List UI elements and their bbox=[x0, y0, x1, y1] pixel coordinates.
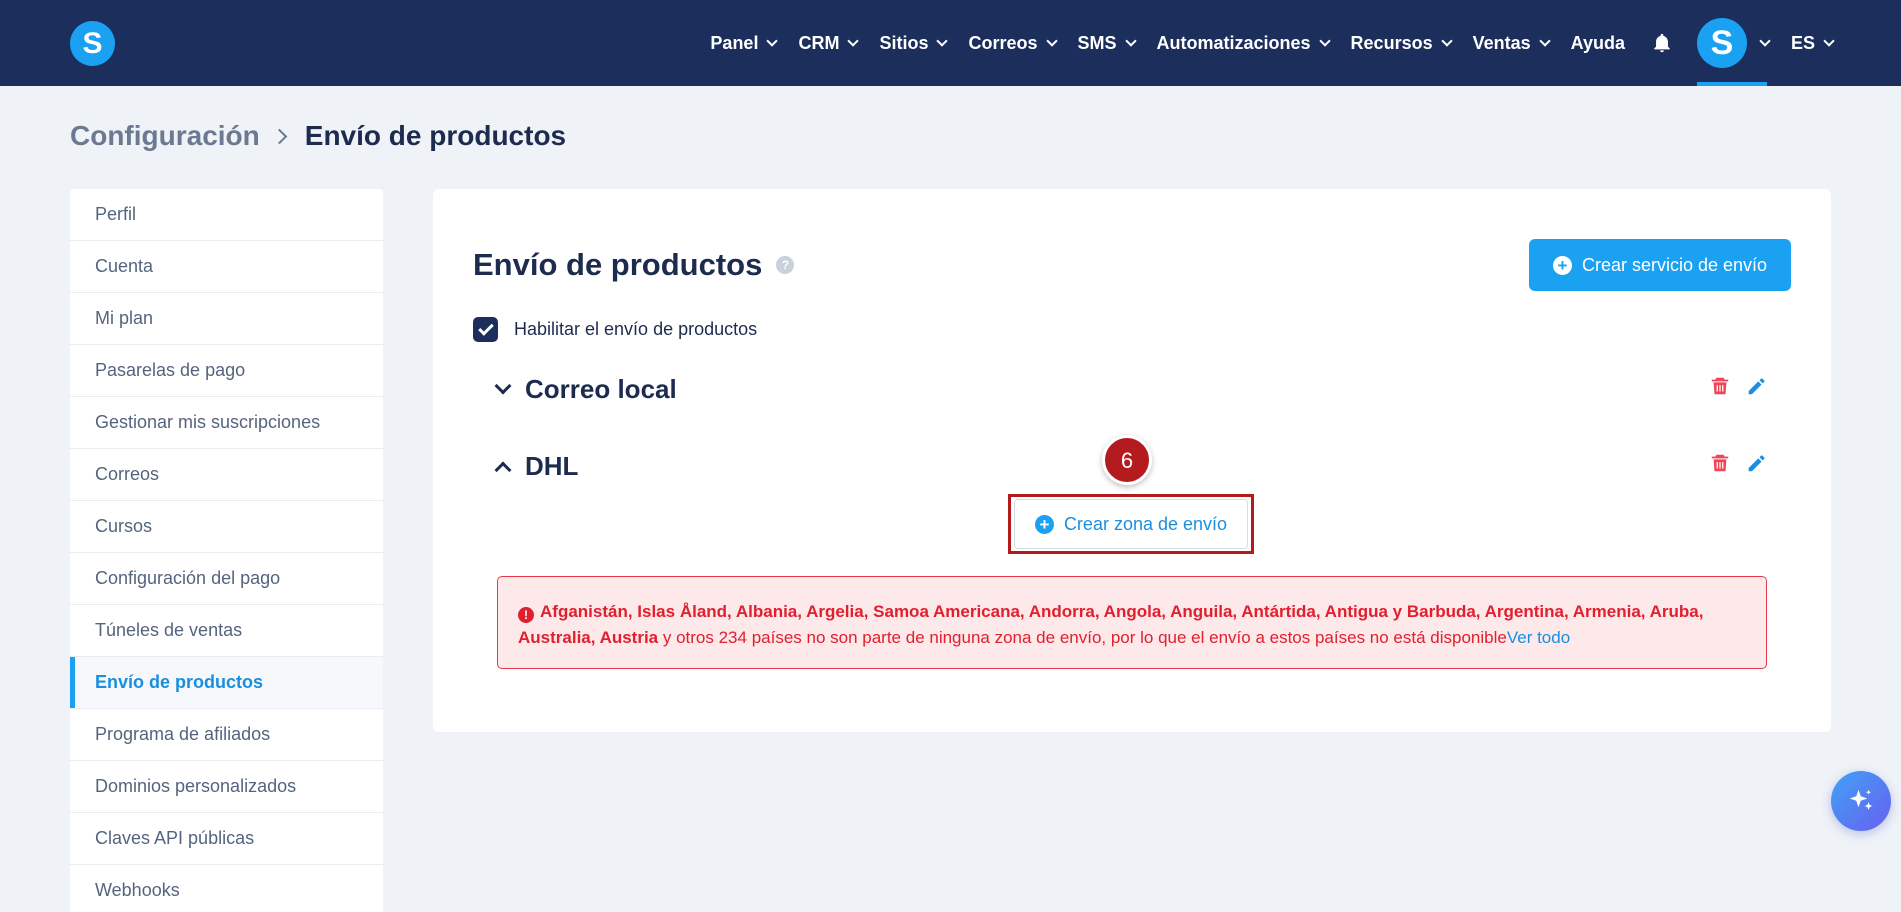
nav-item-label: Ayuda bbox=[1570, 32, 1625, 53]
service-actions bbox=[1695, 452, 1767, 474]
active-indicator bbox=[1696, 82, 1767, 86]
pencil-icon[interactable] bbox=[1745, 375, 1767, 397]
alert-icon: ! bbox=[518, 607, 534, 623]
chevron-down-icon bbox=[1538, 34, 1551, 47]
chevron-down-icon bbox=[766, 34, 779, 47]
nav-item-correos[interactable]: Correos bbox=[968, 32, 1058, 54]
unavailable-countries-alert: ! Afganistán, Islas Åland, Albania, Argel… bbox=[497, 576, 1767, 669]
settings-sidebar: Perfil Cuenta Mi plan Pasarelas de pago … bbox=[70, 189, 383, 912]
sidebar-item-programa-de-afiliados[interactable]: Programa de afiliados bbox=[70, 709, 383, 761]
plus-circle-icon: + bbox=[1034, 514, 1054, 534]
create-shipping-service-button[interactable]: + Crear servicio de envío bbox=[1529, 239, 1791, 291]
nav-item-label: CRM bbox=[798, 32, 840, 53]
sidebar-item-pasarelas-de-pago[interactable]: Pasarelas de pago bbox=[70, 345, 383, 397]
user-menu[interactable]: S bbox=[1696, 0, 1771, 86]
service-actions bbox=[1695, 375, 1767, 397]
enable-shipping-label[interactable]: Habilitar el envío de productos bbox=[514, 319, 757, 340]
sidebar-item-mi-plan[interactable]: Mi plan bbox=[70, 293, 383, 345]
nav-item-label: Recursos bbox=[1350, 32, 1433, 53]
chevron-down-icon bbox=[494, 377, 512, 394]
language-selector[interactable]: ES bbox=[1790, 32, 1835, 54]
bell-icon[interactable] bbox=[1651, 32, 1673, 54]
create-shipping-zone-button[interactable]: + Crear zona de envío bbox=[1014, 499, 1248, 549]
avatar: S bbox=[1696, 18, 1747, 68]
enable-shipping-row: Habilitar el envío de productos bbox=[473, 317, 757, 342]
sidebar-item-envio-de-productos[interactable]: Envío de productos bbox=[70, 657, 383, 709]
nav-item-label: Sitios bbox=[879, 32, 929, 53]
app-logo[interactable]: S bbox=[70, 21, 115, 66]
breadcrumb: Configuración Envío de productos bbox=[70, 120, 566, 152]
pencil-icon[interactable] bbox=[1745, 452, 1767, 474]
nav-item-label: Ventas bbox=[1472, 32, 1531, 53]
sidebar-item-correos[interactable]: Correos bbox=[70, 449, 383, 501]
page-title: Envío de productos ? bbox=[473, 247, 795, 283]
sparkle-icon bbox=[1849, 789, 1873, 810]
sidebar-item-dominios-personalizados[interactable]: Dominios personalizados bbox=[70, 761, 383, 813]
checkmark-icon bbox=[477, 319, 494, 336]
nav-item-ventas[interactable]: Ventas bbox=[1472, 32, 1551, 54]
nav-item-label: Panel bbox=[710, 32, 759, 53]
shipping-card: Envío de productos ? + Crear servicio de… bbox=[433, 189, 1831, 732]
nav-item-panel[interactable]: Panel bbox=[710, 32, 779, 54]
sidebar-item-cuenta[interactable]: Cuenta bbox=[70, 241, 383, 293]
help-icon[interactable]: ? bbox=[776, 256, 795, 274]
service-toggle-dhl[interactable]: DHL bbox=[494, 451, 579, 482]
nav-item-sms[interactable]: SMS bbox=[1077, 32, 1137, 54]
trash-icon[interactable] bbox=[1709, 375, 1731, 397]
create-shipping-zone-label: Crear zona de envío bbox=[1063, 513, 1228, 534]
enable-shipping-checkbox[interactable] bbox=[473, 317, 498, 342]
service-name: DHL bbox=[525, 451, 579, 481]
plus-circle-icon: + bbox=[1552, 255, 1572, 275]
sidebar-item-cursos[interactable]: Cursos bbox=[70, 501, 383, 553]
trash-icon[interactable] bbox=[1709, 452, 1731, 474]
step-number-badge: 6 bbox=[1102, 435, 1152, 485]
nav-item-ayuda[interactable]: Ayuda bbox=[1571, 33, 1625, 54]
view-all-link[interactable]: Ver todo bbox=[1507, 628, 1570, 647]
nav-item-sitios[interactable]: Sitios bbox=[879, 32, 949, 54]
chevron-down-icon bbox=[1759, 34, 1771, 47]
chevron-down-icon bbox=[1440, 34, 1453, 47]
alert-message: y otros 234 países no son parte de ningu… bbox=[658, 628, 1507, 647]
breadcrumb-root[interactable]: Configuración bbox=[70, 120, 260, 152]
service-name: Correo local bbox=[525, 374, 677, 404]
create-shipping-service-label: Crear servicio de envío bbox=[1581, 254, 1768, 275]
main-nav: Panel CRM Sitios Correos SMS Automatizac… bbox=[688, 0, 1835, 86]
chevron-down-icon bbox=[1124, 34, 1137, 47]
chevron-down-icon bbox=[847, 34, 860, 47]
sidebar-item-suscripciones[interactable]: Gestionar mis suscripciones bbox=[70, 397, 383, 449]
sidebar-item-webhooks[interactable]: Webhooks bbox=[70, 865, 383, 912]
nav-item-recursos[interactable]: Recursos bbox=[1350, 32, 1453, 54]
language-label: ES bbox=[1790, 32, 1815, 53]
breadcrumb-current: Envío de productos bbox=[304, 120, 567, 151]
top-navbar: S Panel CRM Sitios Correos SMS Automatiz… bbox=[0, 0, 1901, 86]
sidebar-item-configuracion-del-pago[interactable]: Configuración del pago bbox=[70, 553, 383, 605]
nav-item-label: SMS bbox=[1077, 32, 1117, 53]
nav-item-automatizaciones[interactable]: Automatizaciones bbox=[1156, 32, 1331, 54]
sidebar-item-perfil[interactable]: Perfil bbox=[70, 189, 383, 241]
ai-assistant-button[interactable] bbox=[1831, 771, 1891, 831]
sidebar-item-tuneles-de-ventas[interactable]: Túneles de ventas bbox=[70, 605, 383, 657]
nav-item-crm[interactable]: CRM bbox=[798, 32, 860, 54]
page-title-text: Envío de productos bbox=[473, 247, 763, 282]
chevron-right-icon bbox=[271, 128, 288, 144]
chevron-down-icon bbox=[1823, 34, 1835, 47]
service-toggle-correo-local[interactable]: Correo local bbox=[494, 374, 677, 405]
nav-item-label: Correos bbox=[968, 32, 1038, 53]
nav-item-label: Automatizaciones bbox=[1156, 32, 1311, 53]
chevron-down-icon bbox=[936, 34, 949, 47]
chevron-down-icon bbox=[1318, 34, 1331, 47]
sidebar-item-claves-api[interactable]: Claves API públicas bbox=[70, 813, 383, 865]
chevron-up-icon bbox=[494, 461, 512, 478]
chevron-down-icon bbox=[1045, 34, 1058, 47]
